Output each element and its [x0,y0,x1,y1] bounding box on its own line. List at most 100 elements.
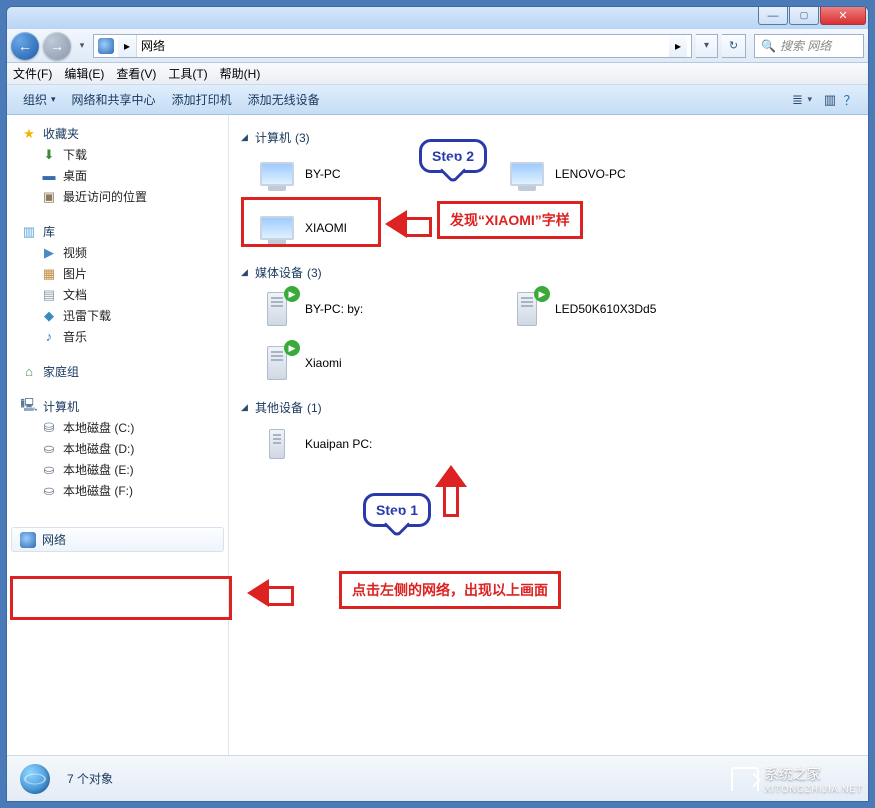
item-label: BY-PC: by: [305,302,363,316]
media-item-xiaomi[interactable]: ▶ Xiaomi [253,339,493,387]
preview-pane-button[interactable]: ▥ [820,92,840,108]
search-icon: 🔍 [761,39,776,53]
search-input[interactable]: 🔍 搜索 网络 [754,34,864,58]
star-icon: ★ [21,126,37,142]
close-button[interactable]: ✕ [820,7,866,25]
sidebar-favorites[interactable]: ★ 收藏夹 [7,123,228,144]
add-printer-button[interactable]: 添加打印机 [164,87,240,112]
sidebar-item-desktop[interactable]: ▬桌面 [7,165,228,186]
library-icon: ▥ [21,224,37,240]
sidebar-item-downloads[interactable]: ⬇下载 [7,144,228,165]
network-sharing-center-button[interactable]: 网络和共享中心 [64,87,164,112]
menu-file[interactable]: 文件(F) [13,65,52,82]
content-pane: ◢ 计算机 (3) BY-PC LENOVO-PC XIAOMI [229,115,868,755]
address-dropdown[interactable]: ▾ [696,34,718,58]
section-media[interactable]: ◢ 媒体设备 (3) [241,264,862,281]
nav-history-dropdown[interactable]: ▾ [75,40,89,51]
refresh-button[interactable]: ↻ [722,34,746,58]
sidebar-item-drive-c[interactable]: ⛁ 本地磁盘 (C:) [7,417,228,438]
pictures-icon: ▦ [41,266,57,282]
breadcrumb-sep2[interactable]: ▸ [669,35,687,57]
section-other[interactable]: ◢ 其他设备 (1) [241,399,862,416]
item-label: BY-PC [305,167,341,181]
drive-icon: ⛀ [41,483,57,499]
status-text: 7 个对象 [67,770,113,787]
address-bar[interactable]: ▸ 网络 ▸ [93,34,692,58]
menu-view[interactable]: 查看(V) [116,65,156,82]
sidebar-item-label: 视频 [63,244,87,261]
recent-icon: ▣ [41,189,57,205]
help-button[interactable]: ？ [840,90,860,109]
sidebar-item-documents[interactable]: ▤文档 [7,284,228,305]
sidebar-item-label: 图片 [63,265,87,282]
sidebar-item-drive-d[interactable]: ⛀本地磁盘 (D:) [7,438,228,459]
homegroup-icon: ⌂ [21,364,37,380]
media-device-icon: ▶ [257,289,297,329]
sidebar: ★ 收藏夹 ⬇下载 ▬桌面 ▣ 最近访问的位置 ▥ 库 ▶视频 ▦ 图片 ▤文档 ◆… [7,115,229,755]
sidebar-item-videos[interactable]: ▶视频 [7,242,228,263]
add-wireless-button[interactable]: 添加无线设备 [240,87,328,112]
sidebar-item-label: 本地磁盘 (C:) [63,419,134,436]
watermark-subtitle: XITONGZHIJIA.NET [765,784,863,794]
navbar: ← → ▾ ▸ 网络 ▸ ▾ ↻ 🔍 搜索 网络 [7,29,868,63]
menu-edit[interactable]: 编辑(E) [64,65,104,82]
sidebar-homegroup-label: 家庭组 [43,363,79,380]
menu-help[interactable]: 帮助(H) [220,65,261,82]
sidebar-item-drive-e[interactable]: ⛀本地磁盘 (E:) [7,459,228,480]
sidebar-item-music[interactable]: ♪ 音乐 [7,326,228,347]
sidebar-item-label: 本地磁盘 (E:) [63,461,134,478]
annotation-step1: Step 1 [363,493,431,527]
chevron-down-icon: ▾ [51,94,56,105]
computer-icon: 🖳 [21,399,37,415]
sidebar-item-thunder[interactable]: ◆迅雷下载 [7,305,228,326]
music-icon: ♪ [41,329,57,345]
view-mode-button[interactable]: ≣ [787,92,807,108]
forward-button[interactable]: → [43,32,71,60]
media-item-bypc[interactable]: ▶ BY-PC: by: [253,285,493,333]
computer-item-xiaomi[interactable]: XIAOMI [253,204,493,252]
organize-button[interactable]: 组织 ▾ [15,87,64,112]
media-item-led[interactable]: ▶ LED50K610X3Dd5 [503,285,743,333]
watermark-logo-icon [731,767,759,791]
sidebar-item-recent[interactable]: ▣ 最近访问的位置 [7,186,228,207]
other-item-kuaipan[interactable]: Kuaipan PC: [253,420,493,468]
body: ★ 收藏夹 ⬇下载 ▬桌面 ▣最近访问的位置 ▥ 库 ▶视频 ▦图片 ▤文档 ◆… [7,115,868,755]
minimize-button[interactable]: — [758,7,788,25]
chevron-down-icon: ◢ [241,402,251,413]
section-count: (3) [295,131,310,145]
sidebar-network-label: 网络 [42,531,66,548]
item-label: XIAOMI [305,221,347,235]
sidebar-network[interactable]: 网络 [11,527,224,552]
watermark: 系统之家 XITONGZHIJIA.NET [731,764,863,794]
sidebar-favorites-label: 收藏夹 [43,125,79,142]
view-mode-dropdown[interactable]: ▾ [807,94,812,105]
sidebar-item-pictures[interactable]: ▦ 图片 [7,263,228,284]
item-label: Xiaomi [305,356,342,370]
drive-icon: ⛁ [41,420,57,436]
computer-item-bypc[interactable]: BY-PC [253,150,493,198]
section-computers[interactable]: ◢ 计算机 (3) [241,129,862,146]
titlebar: — ▢ ✕ [7,7,868,29]
breadcrumb-sep[interactable]: ▸ [118,35,137,57]
back-button[interactable]: ← [11,32,39,60]
section-count: (3) [307,266,322,280]
breadcrumb-root[interactable]: 网络 [141,37,165,54]
thunder-icon: ◆ [41,308,57,324]
sidebar-item-drive-f[interactable]: ⛀本地磁盘 (F:) [7,480,228,501]
sidebar-homegroup[interactable]: ⌂ 家庭组 [7,361,228,382]
item-label: LED50K610X3Dd5 [555,302,656,316]
explorer-window: — ▢ ✕ ← → ▾ ▸ 网络 ▸ ▾ ↻ 🔍 搜索 网络 文件(F) 编辑(… [6,6,869,802]
sidebar-library[interactable]: ▥ 库 [7,221,228,242]
computer-icon [507,154,547,194]
sidebar-item-label: 下载 [63,146,87,163]
sidebar-item-label: 本地磁盘 (D:) [63,440,134,457]
sidebar-item-label: 音乐 [63,328,87,345]
maximize-button[interactable]: ▢ [789,7,819,25]
menu-tools[interactable]: 工具(T) [168,65,207,82]
sidebar-item-label: 桌面 [63,167,87,184]
computer-item-lenovo[interactable]: LENOVO-PC [503,150,743,198]
media-device-icon: ▶ [507,289,547,329]
annotation-arrow-up-icon [435,465,467,517]
sidebar-computer[interactable]: 🖳 计算机 [7,396,228,417]
sidebar-item-label: 最近访问的位置 [63,188,147,205]
